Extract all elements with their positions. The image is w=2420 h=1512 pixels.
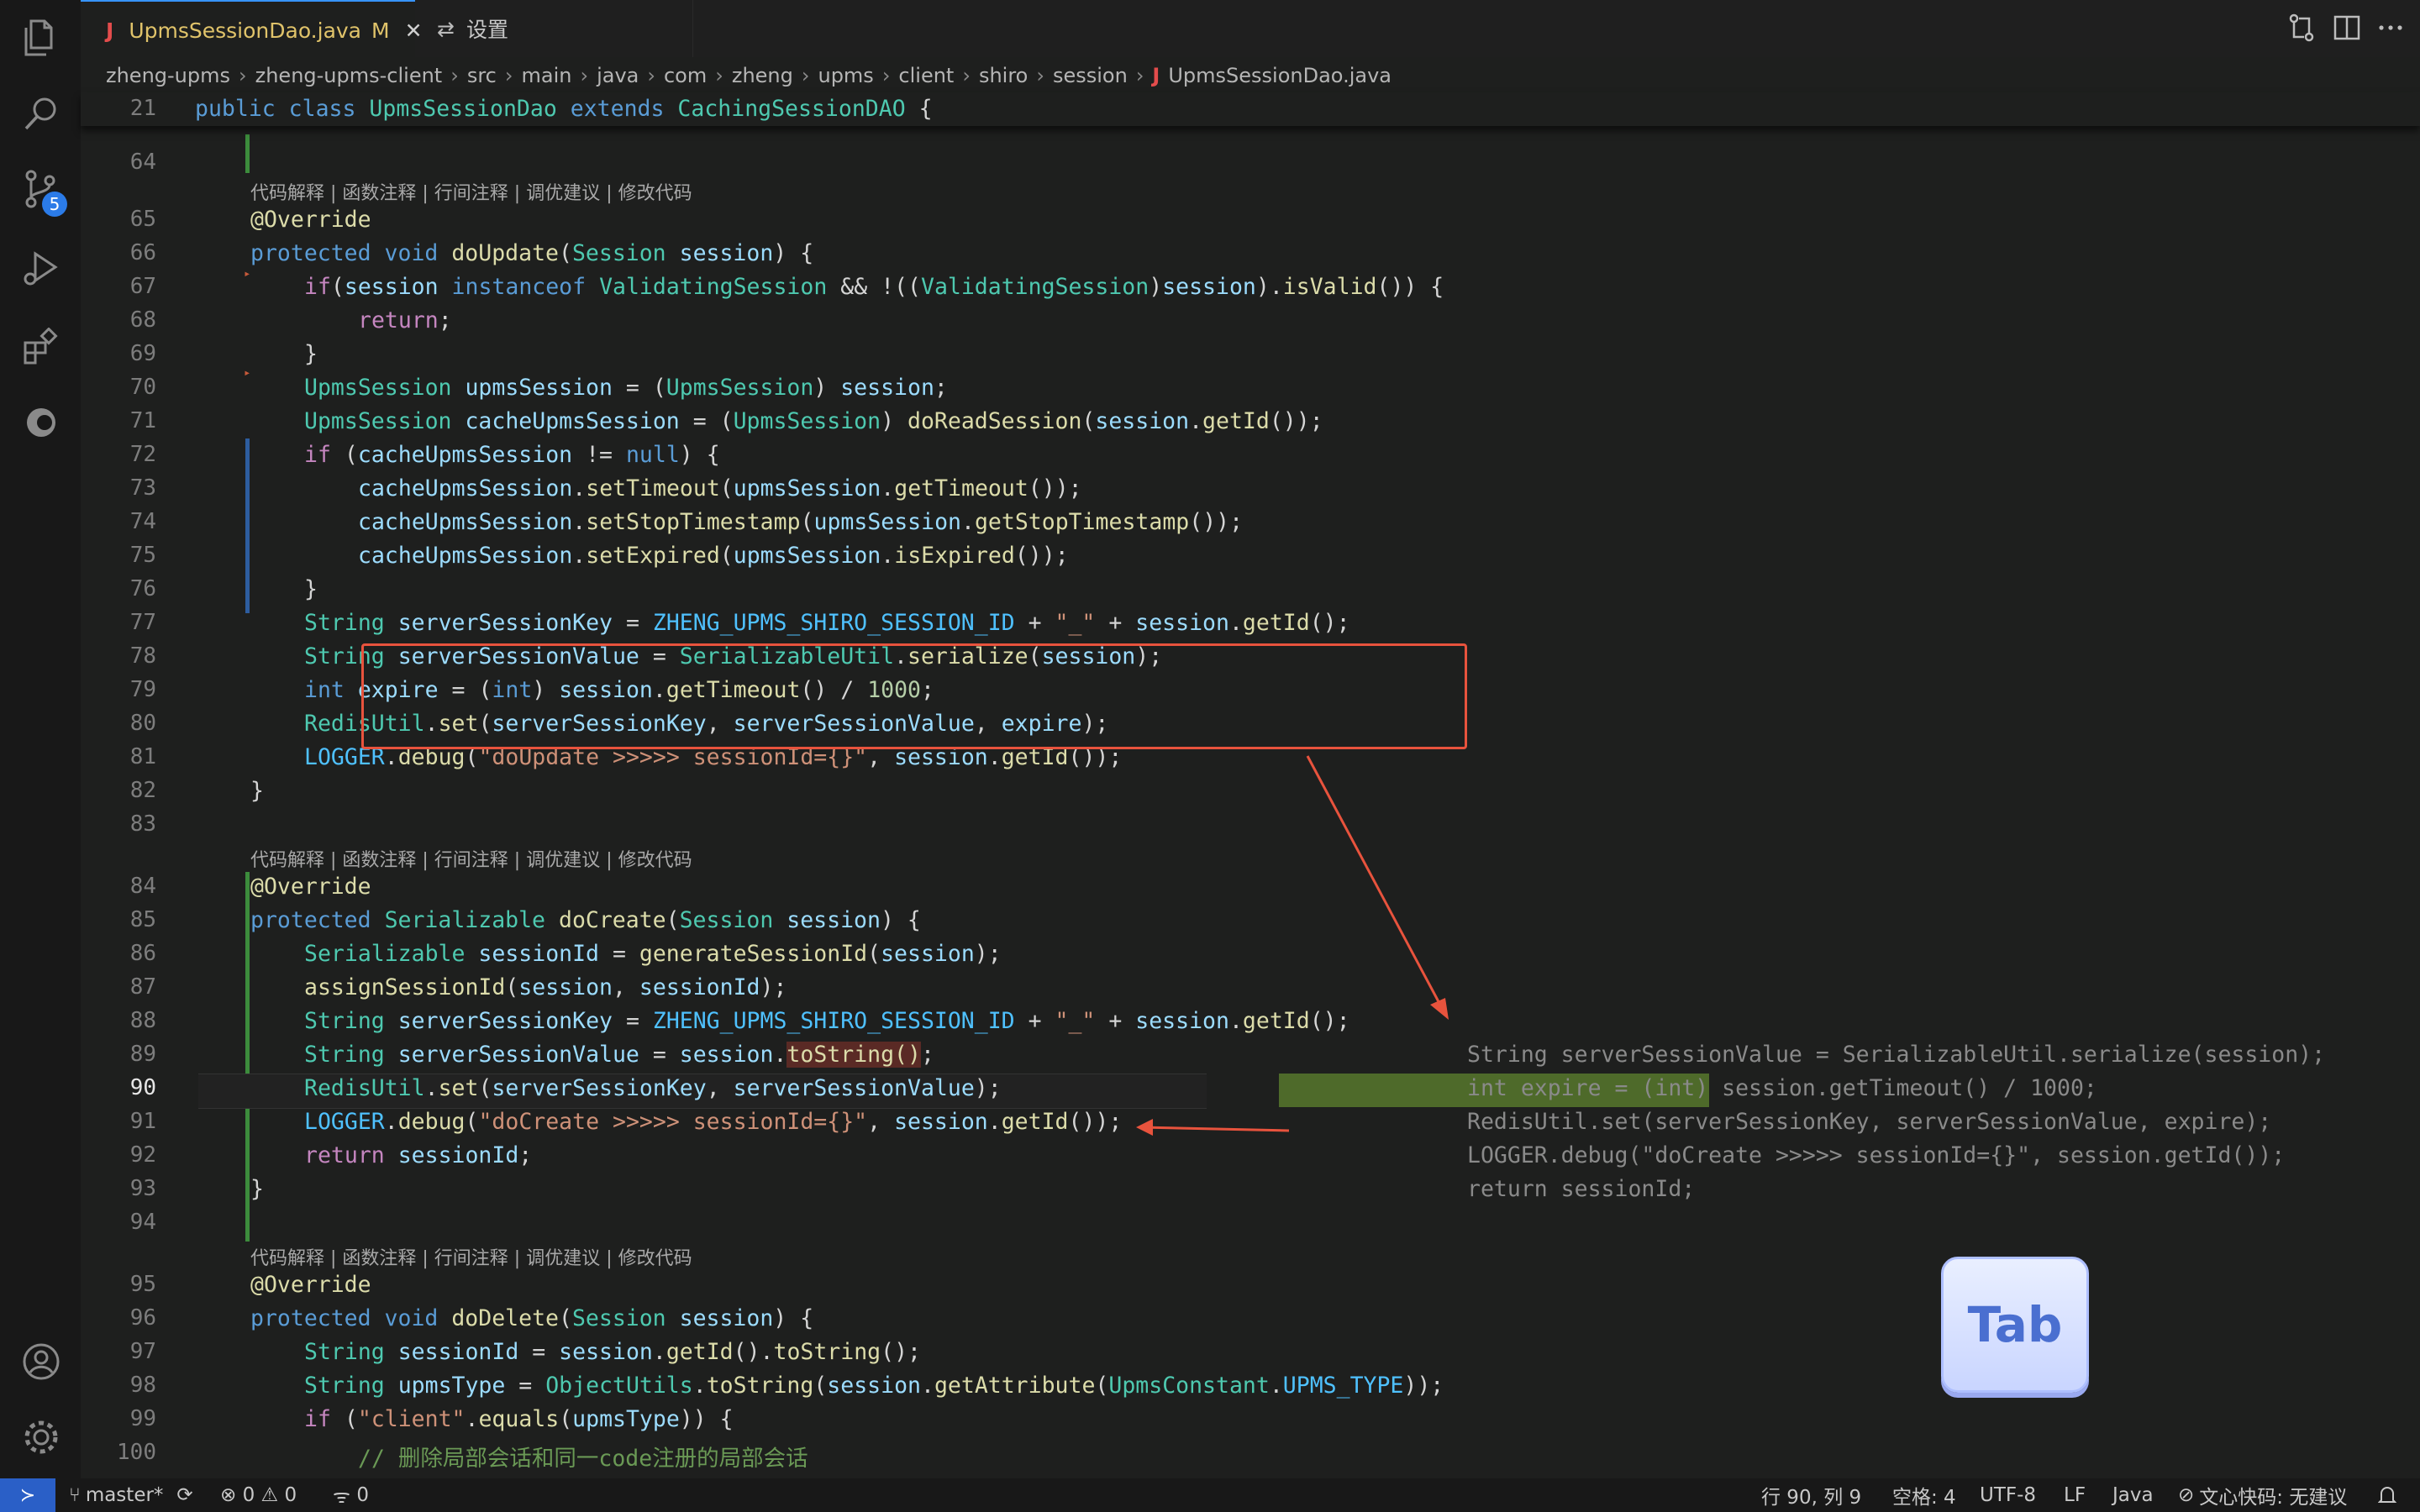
git-branch-icon: ⑂	[69, 1484, 81, 1506]
assistant-status-text: 文心快码: 无建议	[2199, 1487, 2348, 1509]
encoding[interactable]: UTF-8	[1980, 1478, 2036, 1512]
explorer-icon[interactable]	[20, 17, 62, 59]
problems-status[interactable]: ⊗ 0 ⚠ 0	[220, 1478, 297, 1512]
tab-key-overlay: Tab	[1941, 1257, 2089, 1393]
sticky-class-declaration: public class UpmsSessionDao extends Cach…	[195, 96, 933, 122]
error-icon: ⊗	[220, 1484, 237, 1506]
sync-icon[interactable]: ⟳	[176, 1484, 192, 1506]
activity-bar: 5	[0, 0, 81, 1478]
notifications-bell-icon[interactable]	[2378, 1478, 2396, 1512]
branch-name: master*	[85, 1484, 164, 1506]
ports-status[interactable]: ᯤ 0	[333, 1478, 369, 1512]
line-ending[interactable]: LF	[2064, 1478, 2086, 1512]
warning-icon: ⚠	[260, 1484, 279, 1506]
error-count: 0	[242, 1484, 255, 1506]
sticky-scroll[interactable]: 21 public class UpmsSessionDao extends C…	[81, 92, 2420, 126]
branch-status[interactable]: ⑂ master* ⟳	[69, 1478, 193, 1512]
line-number: 21	[129, 96, 156, 121]
extensions-icon[interactable]	[20, 326, 62, 368]
warning-count: 0	[284, 1484, 297, 1506]
ai-assistant-icon[interactable]	[20, 402, 62, 444]
source-control-badge: 5	[42, 192, 67, 217]
ports-icon: ᯤ	[333, 1486, 350, 1508]
search-icon[interactable]	[20, 92, 62, 134]
run-debug-icon[interactable]	[20, 247, 62, 289]
cursor-position[interactable]: 行 90, 列 9	[1761, 1478, 1861, 1512]
status-bar: ≻ ⑂ master* ⟳ ⊗ 0 ⚠ 0 ᯤ 0 行 90, 列 9 空格: 4…	[0, 1478, 2420, 1512]
remote-indicator-icon[interactable]: ≻	[0, 1478, 55, 1512]
language-mode[interactable]: Java	[2112, 1478, 2154, 1512]
indentation[interactable]: 空格: 4	[1892, 1478, 1956, 1512]
assistant-icon: ⊘	[2178, 1484, 2195, 1506]
ports-count: 0	[356, 1484, 369, 1506]
ai-assistant-status[interactable]: ⊘ 文心快码: 无建议	[2178, 1478, 2347, 1512]
settings-gear-icon[interactable]	[20, 1416, 62, 1458]
account-icon[interactable]	[20, 1341, 62, 1383]
